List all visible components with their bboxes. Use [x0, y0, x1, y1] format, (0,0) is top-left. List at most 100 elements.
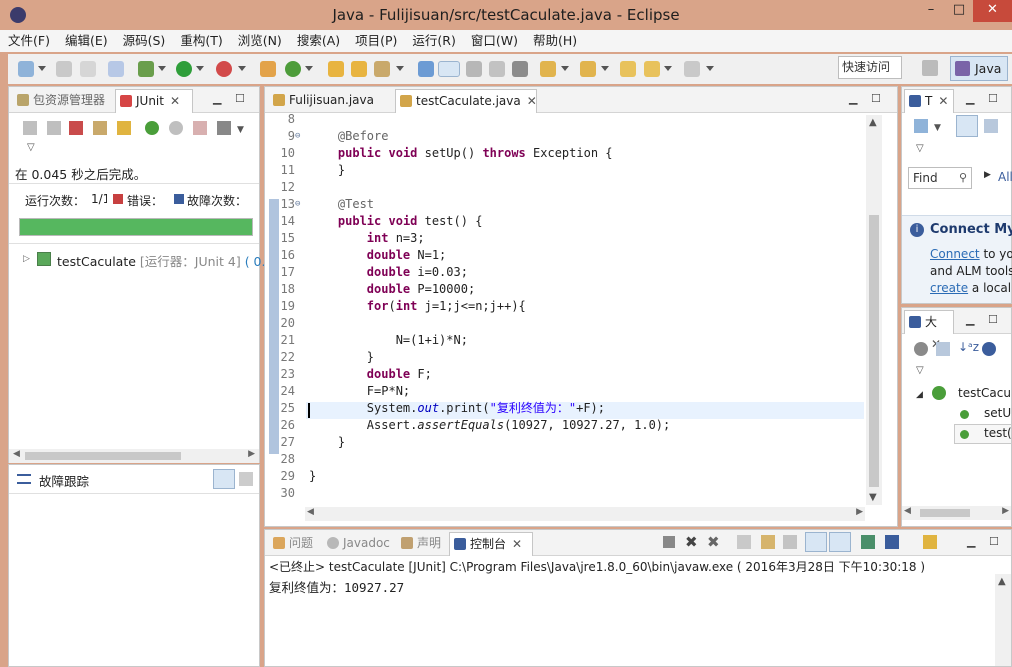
view-menu-icon[interactable]: ▽ — [27, 142, 35, 153]
outline-class[interactable]: testCacul — [958, 386, 1012, 400]
tab-fulijisuan[interactable]: Fulijisuan.java — [269, 89, 393, 113]
last-edit-icon[interactable] — [620, 61, 636, 77]
show-stderr-icon[interactable] — [829, 532, 851, 552]
maximize-view-icon[interactable]: ☐ — [988, 93, 998, 104]
remove-all-icon[interactable]: ✖ — [707, 533, 720, 551]
debug-icon[interactable] — [138, 61, 154, 77]
tab-task-list[interactable]: T ✕ — [904, 89, 954, 113]
compare-icon[interactable] — [239, 472, 253, 486]
minimize-view-icon[interactable]: ▁ — [966, 314, 974, 325]
expand-icon[interactable]: ▷ — [23, 254, 30, 264]
pin-console-icon[interactable] — [861, 535, 875, 549]
menu-window[interactable]: 窗口(W) — [463, 30, 525, 52]
fold-icon[interactable]: ⊖ — [295, 128, 300, 145]
close-icon[interactable]: ✕ — [512, 537, 522, 551]
maximize-button[interactable]: □ — [946, 0, 972, 22]
connect-link[interactable]: Connect — [930, 247, 980, 261]
menu-refactor[interactable]: 重构(T) — [172, 30, 229, 52]
menu-help[interactable]: 帮助(H) — [525, 30, 584, 52]
editor-vscrollbar[interactable]: ▲ ▼ — [866, 115, 882, 505]
tab-package-explorer[interactable]: 包资源管理器 — [13, 89, 113, 113]
coverage-icon[interactable] — [216, 61, 232, 77]
code-line[interactable]: 17 double i=0.03; — [265, 264, 825, 281]
maximize-view-icon[interactable]: ☐ — [235, 93, 245, 104]
fold-icon[interactable]: ⊖ — [295, 196, 300, 213]
lock-icon[interactable] — [117, 121, 131, 135]
close-icon[interactable]: ✕ — [170, 94, 180, 108]
left-hscrollbar[interactable]: ◀ ▶ — [9, 449, 259, 463]
open-folder-icon[interactable] — [351, 61, 367, 77]
paragraph-icon[interactable] — [512, 61, 528, 77]
outline-hscrollbar[interactable]: ◀ ▶ — [902, 506, 1011, 520]
failures-only-icon[interactable] — [69, 121, 83, 135]
minimize-button[interactable]: – — [918, 0, 944, 22]
close-icon[interactable]: ✕ — [938, 94, 948, 108]
minimize-editor-icon[interactable]: ▁ — [849, 93, 857, 104]
hide-fields-icon[interactable] — [982, 342, 996, 356]
terminate-icon[interactable] — [663, 536, 675, 548]
block-selection-icon[interactable] — [466, 61, 482, 77]
outline-method-setup[interactable]: setU — [984, 406, 1011, 420]
test-tree-item[interactable]: testCaculate [运行器：JUnit 4] ( 0.00 — [57, 251, 281, 270]
stop-icon[interactable] — [193, 121, 207, 135]
run-icon[interactable] — [176, 61, 192, 77]
forward-icon[interactable] — [684, 61, 700, 77]
view-menu-icon[interactable]: ▽ — [916, 143, 924, 154]
minimize-console-icon[interactable]: ▁ — [967, 536, 975, 547]
search-icon[interactable] — [374, 61, 390, 77]
code-line[interactable]: 23 double F; — [265, 366, 825, 383]
save-icon[interactable] — [56, 61, 72, 77]
code-line[interactable]: 9 ⊖ @Before — [265, 128, 825, 145]
new-task-icon[interactable] — [914, 119, 928, 133]
mark-occurrences-icon[interactable] — [438, 61, 460, 77]
tab-testcaculate[interactable]: testCaculate.java ✕ — [395, 89, 537, 113]
rerun-icon[interactable] — [145, 121, 159, 135]
maximize-editor-icon[interactable]: ☐ — [871, 93, 881, 104]
code-line[interactable]: 12 — [265, 179, 825, 196]
open-type-icon[interactable] — [328, 61, 344, 77]
whitespace-icon[interactable] — [489, 61, 505, 77]
close-icon[interactable]: ✕ — [527, 94, 537, 108]
clear-console-icon[interactable] — [737, 535, 751, 549]
code-line[interactable]: 27 } — [265, 434, 825, 451]
code-line[interactable]: 16 double N=1; — [265, 247, 825, 264]
code-line[interactable]: 20 — [265, 315, 825, 332]
scroll-lock-icon[interactable] — [761, 535, 775, 549]
maximize-console-icon[interactable]: ☐ — [989, 536, 999, 547]
menu-search[interactable]: 搜索(A) — [289, 30, 347, 52]
minimize-view-icon[interactable]: ▁ — [966, 93, 974, 104]
display-console-icon[interactable] — [885, 535, 899, 549]
collapse-icon[interactable]: ◢ — [916, 390, 923, 400]
code-line[interactable]: 13 ⊖ @Test — [265, 196, 825, 213]
prev-annotation-icon[interactable] — [580, 61, 596, 77]
code-line[interactable]: 11 } — [265, 162, 825, 179]
minimize-view-icon[interactable]: ▁ — [213, 93, 221, 104]
tab-console[interactable]: 控制台 ✕ — [449, 532, 533, 556]
new-icon[interactable] — [18, 61, 34, 77]
code-line[interactable]: 14 public void test() { — [265, 213, 825, 230]
code-line[interactable]: 26 Assert.assertEquals(10927, 10927.27, … — [265, 417, 825, 434]
code-line[interactable]: 25 System.out.print("复利终值为："+F); — [265, 400, 825, 417]
new-java-project-icon[interactable] — [260, 61, 276, 77]
next-failure-icon[interactable] — [23, 121, 37, 135]
categorized-icon[interactable] — [956, 115, 978, 137]
tab-declaration[interactable]: 声明 — [397, 532, 447, 556]
collapse-all-icon[interactable] — [936, 342, 950, 356]
remove-launch-icon[interactable]: ✖ — [685, 533, 698, 551]
show-stdout-icon[interactable] — [805, 532, 827, 552]
menu-source[interactable]: 源码(S) — [115, 30, 173, 52]
code-line[interactable]: 15 int n=3; — [265, 230, 825, 247]
filter-stack-icon[interactable] — [213, 469, 235, 489]
scroll-lock-icon[interactable] — [93, 121, 107, 135]
code-line[interactable]: 29} — [265, 468, 825, 485]
maximize-view-icon[interactable]: ☐ — [988, 314, 998, 325]
menu-run[interactable]: 运行(R) — [404, 30, 462, 52]
rerun-failed-icon[interactable] — [169, 121, 183, 135]
close-button[interactable]: ✕ — [973, 0, 1012, 22]
prev-failure-icon[interactable] — [47, 121, 61, 135]
code-line[interactable]: 21 N=(1+i)*N; — [265, 332, 825, 349]
code-line[interactable]: 8 — [265, 111, 825, 128]
menu-navigate[interactable]: 浏览(N) — [230, 30, 289, 52]
code-line[interactable]: 22 } — [265, 349, 825, 366]
all-filter-link[interactable]: All — [998, 170, 1012, 184]
